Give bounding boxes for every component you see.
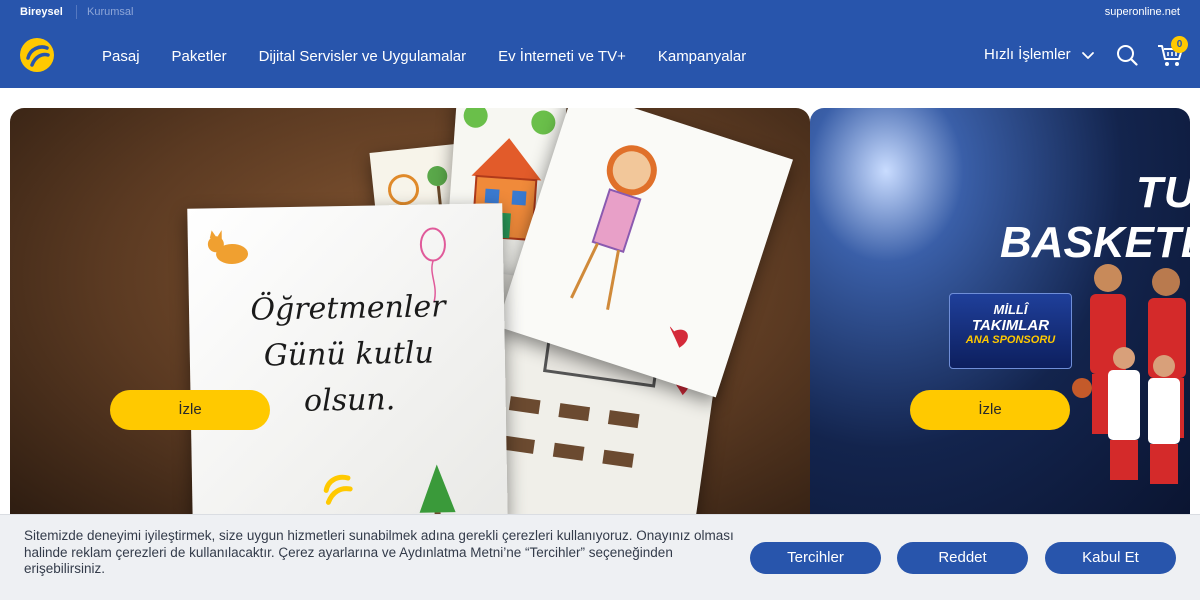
quick-actions-label: Hızlı İşlemler: [984, 46, 1071, 63]
banner-title-line-1: TUR: [1136, 168, 1190, 217]
cookie-reject-button[interactable]: Reddet: [897, 542, 1028, 574]
turkcell-logo-mark: [323, 474, 353, 505]
cart-count-badge: 0: [1171, 36, 1188, 53]
quick-actions-dropdown[interactable]: Hızlı İşlemler: [984, 46, 1095, 63]
watch-button[interactable]: İzle: [910, 390, 1070, 430]
main-header: Pasaj Paketler Dijital Servisler ve Uygu…: [0, 24, 1200, 88]
hero-banner-basketball[interactable]: TUR BASKETBOL MİLLÎ TAKIMLAR ANA SPONSOR…: [810, 108, 1190, 528]
segment-bar: Bireysel Kurumsal superonline.net: [0, 0, 1200, 24]
cat-drawing: [207, 230, 249, 265]
segment-bireysel[interactable]: Bireysel: [20, 0, 63, 24]
sponsor-badge: MİLLÎ TAKIMLAR ANA SPONSORU: [949, 293, 1072, 369]
cookie-accept-button[interactable]: Kabul Et: [1045, 542, 1176, 574]
nav-dijital-servisler[interactable]: Dijital Servisler ve Uygulamalar: [259, 48, 467, 65]
sponsor-line-1: MİLLÎ: [993, 302, 1028, 317]
chevron-down-icon: [1081, 51, 1094, 59]
watch-button[interactable]: İzle: [110, 390, 270, 430]
greeting-card: Öğretmenler Günü kutlu olsun.: [187, 203, 508, 527]
cookie-message: Sitemizde deneyimi iyileştirmek, size uy…: [24, 528, 734, 576]
sponsor-line-2: TAKIMLAR: [971, 317, 1050, 334]
nav-pasaj[interactable]: Pasaj: [102, 48, 140, 65]
nav-paketler[interactable]: Paketler: [172, 48, 227, 65]
hero-banner-teachers-day[interactable]: Öğretmenler Günü kutlu olsun. İzle: [10, 108, 810, 528]
segment-kurumsal[interactable]: Kurumsal: [87, 0, 133, 24]
turkcell-logo[interactable]: [20, 38, 54, 72]
segment-divider: [76, 5, 77, 19]
nav-ev-interneti[interactable]: Ev İnterneti ve TV+: [498, 48, 626, 65]
cookie-preferences-button[interactable]: Tercihler: [750, 542, 881, 574]
search-icon[interactable]: [1116, 44, 1138, 66]
nav-kampanyalar[interactable]: Kampanyalar: [658, 48, 746, 65]
players-image: [1072, 264, 1186, 484]
cookie-consent-bar: Sitemizde deneyimi iyileştirmek, size uy…: [0, 514, 1200, 600]
sponsor-line-3: ANA SPONSORU: [965, 334, 1056, 346]
superonline-link[interactable]: superonline.net: [1105, 0, 1180, 24]
greeting-line-1: Öğretmenler: [250, 289, 446, 328]
main-nav: Pasaj Paketler Dijital Servisler ve Uygu…: [102, 24, 778, 88]
